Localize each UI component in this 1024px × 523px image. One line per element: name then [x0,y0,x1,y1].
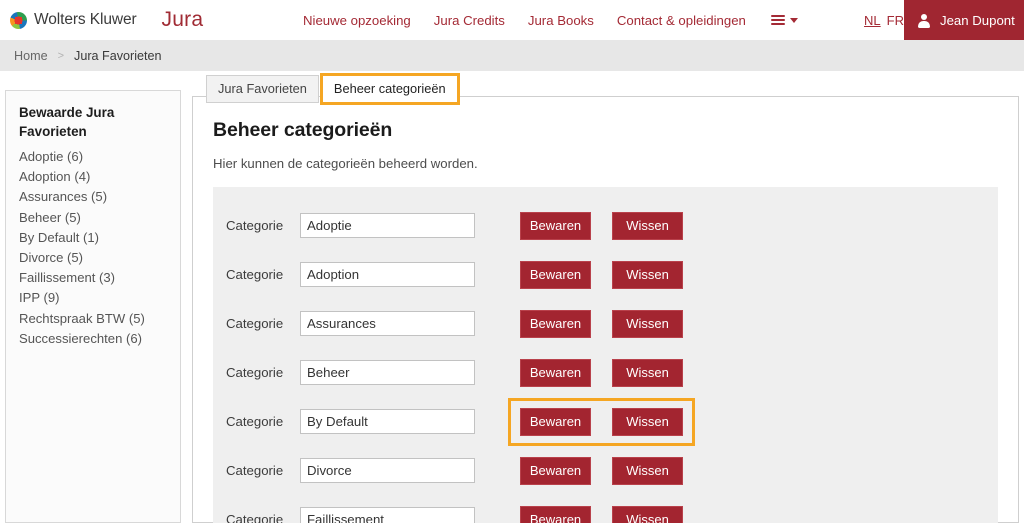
breadcrumb-separator-icon: > [57,49,65,62]
save-button-by-default[interactable]: Bewaren [520,407,591,436]
user-avatar-icon [918,13,930,28]
sidebar-item-beheer[interactable]: Beheer (5) [19,208,180,228]
category-row: Categorie Bewaren Wissen [226,299,998,348]
category-input-divorce[interactable] [300,458,475,483]
row-actions: Bewaren Wissen [508,202,695,250]
row-actions: Bewaren Wissen [508,447,695,495]
page-subtitle: Hier kunnen de categorieën beheerd worde… [213,156,478,171]
category-label: Categorie [226,512,284,523]
sidebar-item-ipp[interactable]: IPP (9) [19,288,180,308]
page-body: Bewaarde Jura Favorieten Adoptie (6) Ado… [0,71,1024,523]
save-button-divorce[interactable]: Bewaren [520,456,591,485]
sidebar-item-assurances[interactable]: Assurances (5) [19,187,180,207]
sidebar-item-by-default[interactable]: By Default (1) [19,228,180,248]
user-name: Jean Dupont [940,12,1015,28]
nav-item-jura-books[interactable]: Jura Books [528,13,594,28]
delete-button-by-default[interactable]: Wissen [612,407,683,436]
category-row: Categorie Bewaren Wissen [226,397,998,446]
category-input-faillissement[interactable] [300,507,475,523]
language-switcher: NL FR [864,0,904,40]
category-label: Categorie [226,267,284,282]
row-actions: Bewaren Wissen [508,251,695,299]
sidebar-item-adoptie[interactable]: Adoptie (6) [19,147,180,167]
category-label: Categorie [226,463,284,478]
tab-strip: Jura Favorieten Beheer categorieën [206,73,460,105]
category-row: Categorie Bewaren Wissen [226,348,998,397]
sidebar: Bewaarde Jura Favorieten Adoptie (6) Ado… [5,90,181,523]
sidebar-title: Bewaarde Jura Favorieten [19,105,115,139]
breadcrumb: Home > Jura Favorieten [0,40,1024,71]
delete-button-beheer[interactable]: Wissen [612,358,683,387]
nav-item-jura-credits[interactable]: Jura Credits [434,13,505,28]
user-menu[interactable]: Jean Dupont [904,0,1024,40]
brand-logo[interactable]: Wolters Kluwer [0,11,137,29]
nav-item-nieuwe-opzoeking[interactable]: Nieuwe opzoeking [303,13,411,28]
row-actions-highlighted: Bewaren Wissen [508,397,695,446]
category-input-beheer[interactable] [300,360,475,385]
category-input-assurances[interactable] [300,311,475,336]
category-input-adoptie[interactable] [300,213,475,238]
category-input-adoption[interactable] [300,262,475,287]
category-row: Categorie Bewaren Wissen [226,495,998,523]
nav-item-contact-opleidingen[interactable]: Contact & opleidingen [617,13,746,28]
category-label: Categorie [226,414,284,429]
brand-name: Wolters Kluwer [34,11,137,28]
row-actions: Bewaren Wissen [508,349,695,397]
sidebar-item-successierechten[interactable]: Successierechten (6) [19,329,180,349]
category-form-area: Categorie Bewaren Wissen Categorie Bewar… [213,187,998,523]
delete-button-adoptie[interactable]: Wissen [612,211,683,240]
save-button-beheer[interactable]: Bewaren [520,358,591,387]
wolters-kluwer-globe-icon [10,11,27,29]
save-button-adoptie[interactable]: Bewaren [520,211,591,240]
breadcrumb-current: Jura Favorieten [74,48,162,63]
row-actions: Bewaren Wissen [508,496,695,523]
delete-button-divorce[interactable]: Wissen [612,456,683,485]
save-button-assurances[interactable]: Bewaren [520,309,591,338]
breadcrumb-home[interactable]: Home [14,49,48,63]
delete-button-assurances[interactable]: Wissen [612,309,683,338]
tab-beheer-categorieen[interactable]: Beheer categorieën [319,73,460,105]
sidebar-item-divorce[interactable]: Divorce (5) [19,248,180,268]
menu-dropdown-button[interactable] [769,13,798,27]
chevron-down-icon [789,17,798,23]
category-row: Categorie Bewaren Wissen [226,446,998,495]
category-input-by-default[interactable] [300,409,475,434]
sidebar-item-rechtspraak-btw[interactable]: Rechtspraak BTW (5) [19,309,180,329]
category-label: Categorie [226,365,284,380]
category-row: Categorie Bewaren Wissen [226,250,998,299]
top-header: Wolters Kluwer Jura Nieuwe opzoeking Jur… [0,0,1024,40]
tab-jura-favorieten[interactable]: Jura Favorieten [206,75,319,103]
language-fr[interactable]: FR [887,13,904,28]
category-label: Categorie [226,218,284,233]
sidebar-item-adoption[interactable]: Adoption (4) [19,167,180,187]
primary-nav: Nieuwe opzoeking Jura Credits Jura Books… [303,0,798,40]
delete-button-adoption[interactable]: Wissen [612,260,683,289]
sidebar-item-faillissement[interactable]: Faillissement (3) [19,268,180,288]
save-button-adoption[interactable]: Bewaren [520,260,591,289]
category-label: Categorie [226,316,284,331]
page-title: Beheer categorieën [213,119,393,141]
category-row: Categorie Bewaren Wissen [226,201,998,250]
language-nl[interactable]: NL [864,13,881,28]
hamburger-menu-icon [770,13,785,27]
save-button-faillissement[interactable]: Bewaren [520,505,591,523]
delete-button-faillissement[interactable]: Wissen [612,505,683,523]
content-panel: Beheer categorieën Hier kunnen de catego… [192,96,1019,523]
row-actions: Bewaren Wissen [508,300,695,348]
app-name[interactable]: Jura [162,8,204,32]
